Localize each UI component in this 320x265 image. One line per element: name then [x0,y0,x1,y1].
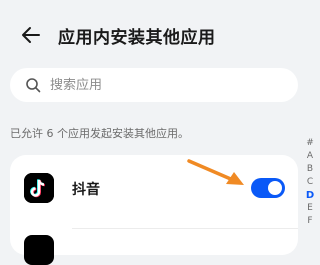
index-letter[interactable]: A [300,150,320,163]
install-permission-toggle[interactable] [251,178,285,198]
alphabet-index[interactable]: # A B C D E F [300,137,320,228]
index-letter[interactable]: C [300,176,320,189]
index-letter[interactable]: E [300,202,320,215]
search-input[interactable] [50,68,290,102]
index-letter[interactable]: B [300,163,320,176]
index-letter-active[interactable]: D [300,189,320,202]
list-item-douyin[interactable]: 抖音 [10,167,298,213]
arrow-left-icon[interactable] [18,22,44,48]
toggle-knob [268,181,282,195]
divider [72,228,298,229]
search-bar[interactable] [10,68,298,102]
index-letter[interactable]: # [300,137,320,150]
app-list: 抖音 [10,155,298,265]
index-letter[interactable]: F [300,215,320,228]
header: 应用内安装其他应用 [0,0,320,60]
app-name: 抖音 [72,182,100,198]
search-icon [26,78,41,93]
allowed-count-text: 已允许 6 个应用发起安装其他应用。 [10,127,189,140]
page-title: 应用内安装其他应用 [58,28,216,48]
douyin-app-icon [24,173,54,203]
